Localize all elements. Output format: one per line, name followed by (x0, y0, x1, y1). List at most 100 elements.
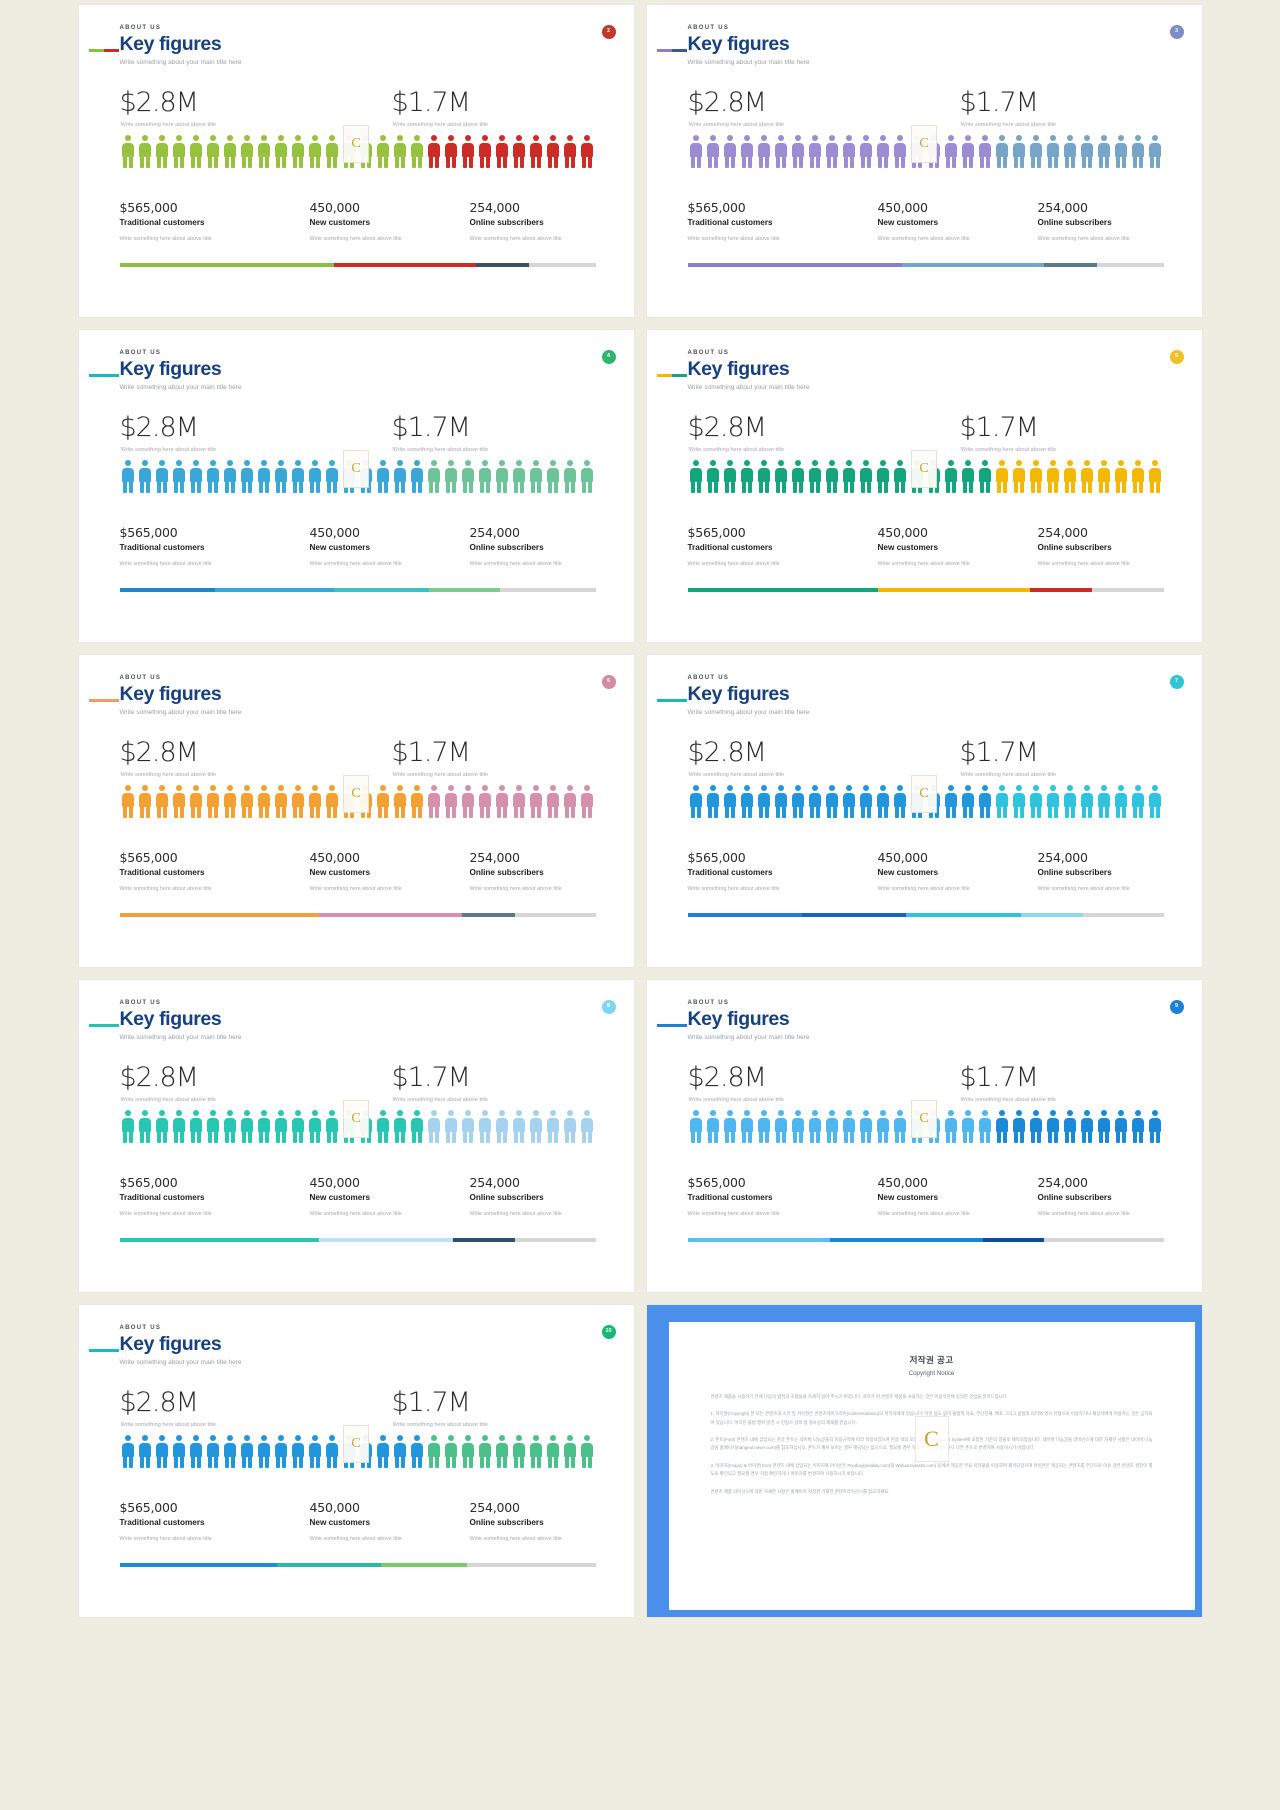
person-icon (977, 1110, 994, 1143)
stat-label: Online subscribers (469, 542, 544, 552)
person-icon (1147, 135, 1164, 168)
person-icon (824, 135, 841, 168)
progress-bar-segment (319, 1238, 453, 1242)
person-icon (273, 1110, 290, 1143)
person-icon (579, 1435, 596, 1468)
person-icon (460, 1435, 477, 1468)
stat-note: Write something here about above title (309, 1210, 402, 1217)
person-icon (392, 1435, 409, 1468)
headline-metric-right-caption: Write something here about above title (960, 447, 1057, 453)
person-icon (1147, 785, 1164, 818)
stat-item: 450,000 New customers Write something here… (878, 1176, 970, 1217)
person-icon (528, 785, 545, 818)
person-icon (1147, 460, 1164, 493)
person-icon (188, 1435, 205, 1468)
accent-rule (656, 374, 687, 377)
watermark-icon: C (343, 1100, 369, 1138)
slide-thumbnail[interactable]: ABOUT US Key figures Write something abo… (78, 655, 634, 967)
person-icon (477, 1435, 494, 1468)
slide-header: ABOUT US Key figures Write something abo… (120, 25, 242, 66)
slide-thumbnail[interactable]: ABOUT US Key figures Write something abo… (78, 330, 634, 642)
person-icon (824, 785, 841, 818)
stat-item: 254,000 Online subscribers Write something… (470, 201, 562, 242)
stat-note: Write something here about above title (877, 1210, 970, 1217)
person-icon (562, 460, 579, 493)
person-icon (324, 135, 341, 168)
person-icon (688, 1110, 705, 1143)
headline-metric-right-caption: Write something here about above title (392, 447, 489, 453)
person-icon (137, 1110, 154, 1143)
person-icon (154, 460, 171, 493)
eyebrow-label: ABOUT US (687, 25, 730, 31)
accent-rule-right (103, 1024, 119, 1027)
person-icon (222, 135, 239, 168)
person-icon (409, 460, 426, 493)
progress-bar (687, 913, 1164, 917)
copyright-paragraph: 콘텐츠 제품 라이선스에 대한 자세한 사항은 홈페이지 저작권 기재한 콘텐츠… (710, 1488, 890, 1494)
page-subtitle: Write something about your main title he… (687, 1034, 810, 1042)
person-icon (375, 460, 392, 493)
person-icon (739, 135, 756, 168)
person-icon (154, 1110, 171, 1143)
person-icon (1062, 460, 1079, 493)
stat-note: Write something here about above title (469, 235, 562, 242)
stat-value: $565,000 (119, 1175, 178, 1190)
copyright-slide[interactable]: 저작권 공고 Copyright Notice C 콘텐츠 제품을 사용하기 전… (646, 1305, 1202, 1617)
person-icon (858, 785, 875, 818)
watermark-icon: C (911, 1100, 937, 1138)
person-icon (688, 785, 705, 818)
progress-bar-segment (906, 913, 1021, 917)
person-icon (1062, 1110, 1079, 1143)
stat-note: Write something here about above title (309, 560, 402, 567)
headline-metric-right-value: $1.7M (391, 87, 471, 118)
person-icon (494, 1110, 511, 1143)
slide-thumbnail[interactable]: ABOUT US Key figures Write something abo… (646, 330, 1202, 642)
person-icon (705, 1110, 722, 1143)
eyebrow-label: ABOUT US (119, 350, 162, 356)
person-icon (773, 1110, 790, 1143)
person-icon (841, 785, 858, 818)
progress-bar-segment (1030, 588, 1093, 592)
person-icon (494, 460, 511, 493)
person-icon (545, 1110, 562, 1143)
person-icon (307, 785, 324, 818)
progress-bar (119, 1238, 596, 1242)
slide-thumbnail[interactable]: ABOUT US Key figures Write something abo… (646, 5, 1202, 317)
slide-thumbnail[interactable]: ABOUT US Key figures Write something abo… (78, 980, 634, 1292)
slide-thumbnail[interactable]: ABOUT US Key figures Write something abo… (646, 980, 1202, 1292)
person-icon (290, 785, 307, 818)
person-icon (205, 460, 222, 493)
slide-thumbnail[interactable]: ABOUT US Key figures Write something abo… (78, 1305, 634, 1617)
stat-label: New customers (309, 542, 371, 552)
headline-metric-left-caption: Write something here about above title (688, 447, 785, 453)
person-icon (705, 785, 722, 818)
person-icon (120, 785, 137, 818)
progress-bar-segment (1096, 263, 1164, 267)
person-icon (1045, 1110, 1062, 1143)
accent-rule (88, 1349, 119, 1352)
slide-thumbnail[interactable]: ABOUT US Key figures Write something abo… (78, 5, 634, 317)
slide-header: ABOUT US Key figures Write something abo… (688, 25, 810, 66)
slide-thumbnail[interactable]: ABOUT US Key figures Write something abo… (646, 655, 1202, 967)
person-icon (858, 1110, 875, 1143)
person-icon (460, 785, 477, 818)
person-icon (790, 785, 807, 818)
stat-item: 450,000 New customers Write something here… (310, 201, 402, 242)
stat-item: $565,000 Traditional customers Write somet… (120, 526, 212, 567)
accent-rule-left (656, 49, 672, 52)
slide-number-badge: 4 (601, 350, 616, 364)
person-icon (960, 460, 977, 493)
stat-note: Write something here about above title (877, 560, 970, 567)
person-icon (528, 460, 545, 493)
watermark-icon: C (343, 125, 369, 163)
accent-rule (656, 49, 687, 52)
accent-rule (656, 1024, 687, 1027)
stat-value: $565,000 (687, 1175, 746, 1190)
headline-metric-right-value: $1.7M (391, 1062, 471, 1093)
person-icon (392, 135, 409, 168)
progress-bar-segment (500, 588, 596, 592)
person-icon (1113, 785, 1130, 818)
person-icon (705, 460, 722, 493)
stat-label: New customers (877, 1192, 939, 1202)
page-title: Key figures (687, 358, 790, 380)
